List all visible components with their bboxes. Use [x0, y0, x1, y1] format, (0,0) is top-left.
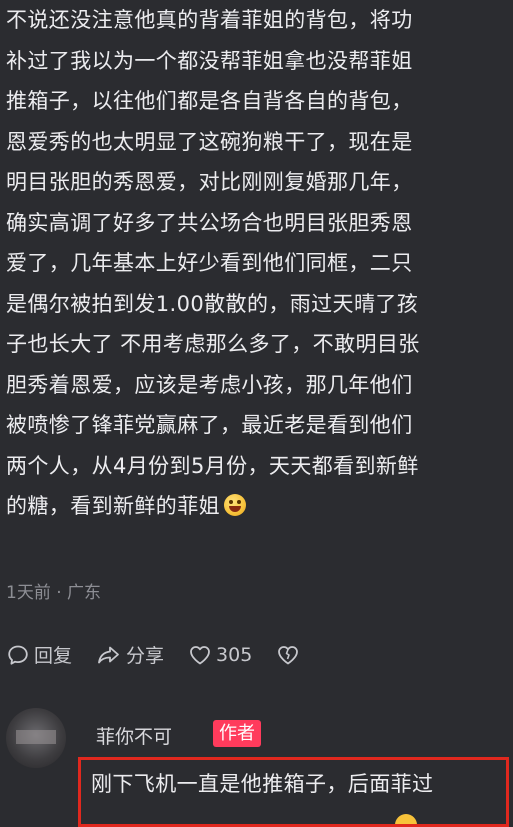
avatar-image-band	[16, 730, 56, 744]
share-label: 分享	[126, 645, 165, 667]
comment-line: 胆秀着恩爱，应该是考虑小孩，那几年他们	[6, 372, 413, 397]
speech-bubble-icon	[8, 645, 28, 665]
comment-line: 明目张胆的秀恩爱，对比刚刚复婚那几年，	[6, 170, 413, 194]
comment-line: 确实高调了好多了共公场合也明目张胆秀恩	[6, 210, 413, 235]
emoji-icon	[395, 814, 417, 824]
laughing-face-emoji-icon	[224, 494, 246, 516]
reply-button[interactable]: 回复	[6, 641, 72, 668]
heart-icon	[190, 645, 210, 664]
comment-line-text: 的糖，看到新鲜的菲姐	[6, 494, 220, 518]
reply-text: 刚下飞机一直是他推箱子，后面菲过	[91, 772, 434, 796]
like-count: 305	[216, 643, 253, 666]
reply-username[interactable]: 菲你不可	[96, 722, 172, 749]
broken-heart-icon	[278, 645, 299, 664]
reply-label: 回复	[34, 645, 73, 667]
comment-line: 补过了我以为一个都没帮菲姐拿也没帮菲姐	[6, 48, 413, 73]
dislike-button[interactable]	[276, 643, 304, 667]
author-badge: 作者	[213, 720, 261, 747]
comment-line: 推箱子，以往他们都是各自背各自的背包，	[6, 89, 413, 113]
like-button[interactable]: 305	[188, 643, 252, 667]
comment-line: 被喷惨了锋菲党赢麻了，最近老是看到他们	[6, 413, 413, 437]
comment-line: 爱了，几年基本上好少看到他们同框，二只	[6, 251, 413, 275]
avatar[interactable]	[6, 708, 66, 768]
comment-meta: 1天前 · 广东	[6, 583, 102, 603]
comment-last-line: 的糖，看到新鲜的菲姐	[6, 486, 506, 527]
comment-actions: 回复 分享 305	[6, 641, 328, 668]
comment-line: 不说还没注意他真的背着菲姐的背包，将功	[6, 8, 413, 32]
highlight-box: 刚下飞机一直是他推箱子，后面菲过	[78, 757, 509, 827]
share-button[interactable]: 分享	[96, 641, 164, 668]
comment-line: 是偶尔被拍到发1.00散散的，雨过天晴了孩	[6, 291, 419, 316]
comment-line: 子也长大了 不用考虑那么多了，不敢明目张	[6, 332, 420, 356]
comment-body: 不说还没注意他真的背着菲姐的背包，将功 补过了我以为一个都没帮菲姐拿也没帮菲姐 …	[6, 0, 506, 527]
share-arrow-icon	[98, 646, 119, 663]
comment-line: 两个人，从4月份到5月份，天天都看到新鲜	[6, 453, 419, 478]
comment-line: 恩爱秀的也太明显了这碗狗粮干了，现在是	[6, 129, 413, 154]
